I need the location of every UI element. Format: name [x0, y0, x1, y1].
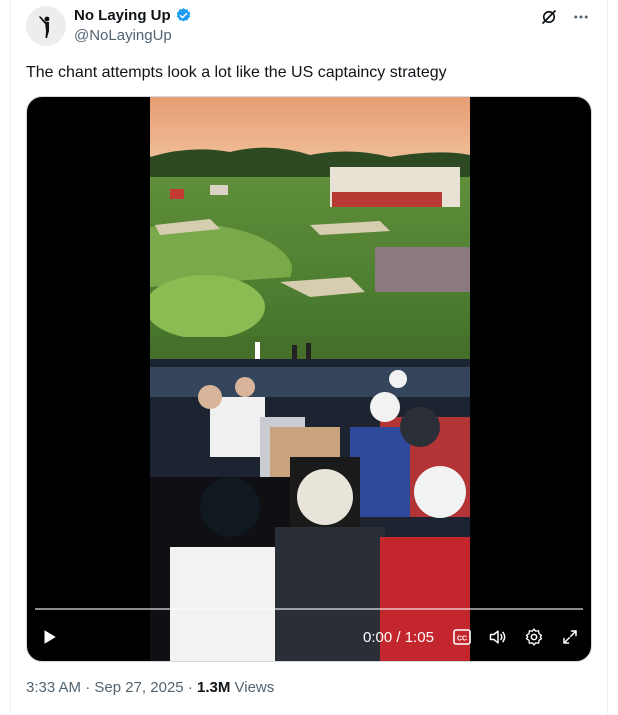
meta-dot: · — [85, 679, 91, 696]
settings-icon — [525, 628, 543, 646]
volume-icon — [489, 630, 506, 644]
play-button[interactable] — [37, 625, 61, 649]
author-name-row[interactable]: No Laying Up — [74, 7, 192, 24]
time-current: 0:00 — [363, 629, 393, 646]
tweet-text: The chant attempts look a lot like the U… — [26, 64, 447, 81]
golf-course-crowd-image — [150, 97, 470, 661]
tweet-meta: 3:33 AM · Sep 27, 2025 · 1.3M Views — [26, 679, 274, 696]
captions-icon: CC — [453, 629, 471, 645]
play-icon — [44, 630, 56, 644]
video-controls: 0:00 / 1:05 CC — [27, 621, 591, 657]
fullscreen-button[interactable] — [558, 625, 582, 649]
meta-dot: · — [187, 679, 193, 696]
tweet-date[interactable]: Sep 27, 2025 — [94, 679, 183, 696]
tweet-timestamp[interactable]: 3:33 AM — [26, 679, 81, 696]
volume-button[interactable] — [486, 625, 510, 649]
more-icon[interactable] — [572, 8, 590, 26]
author-handle[interactable]: @NoLayingUp — [74, 27, 172, 44]
verified-badge-icon — [176, 8, 190, 22]
avatar[interactable] — [26, 6, 66, 46]
views-count[interactable]: 1.3M — [197, 679, 230, 696]
tweet-actions-top — [540, 8, 590, 26]
video-progress-bar[interactable] — [35, 608, 583, 610]
author-name[interactable]: No Laying Up — [74, 7, 171, 24]
time-total: 1:05 — [404, 629, 434, 646]
views-label: Views — [234, 679, 275, 696]
golfer-silhouette-icon — [26, 6, 66, 46]
settings-button[interactable] — [522, 625, 546, 649]
video-time: 0:00 / 1:05 — [363, 629, 434, 646]
fullscreen-icon — [563, 630, 577, 644]
captions-button[interactable]: CC — [450, 625, 474, 649]
video-player[interactable]: 0:00 / 1:05 CC — [26, 96, 592, 662]
time-separator: / — [396, 629, 401, 646]
video-frame[interactable] — [150, 97, 470, 661]
captions-label: CC — [457, 636, 467, 643]
grok-icon[interactable] — [540, 8, 558, 26]
